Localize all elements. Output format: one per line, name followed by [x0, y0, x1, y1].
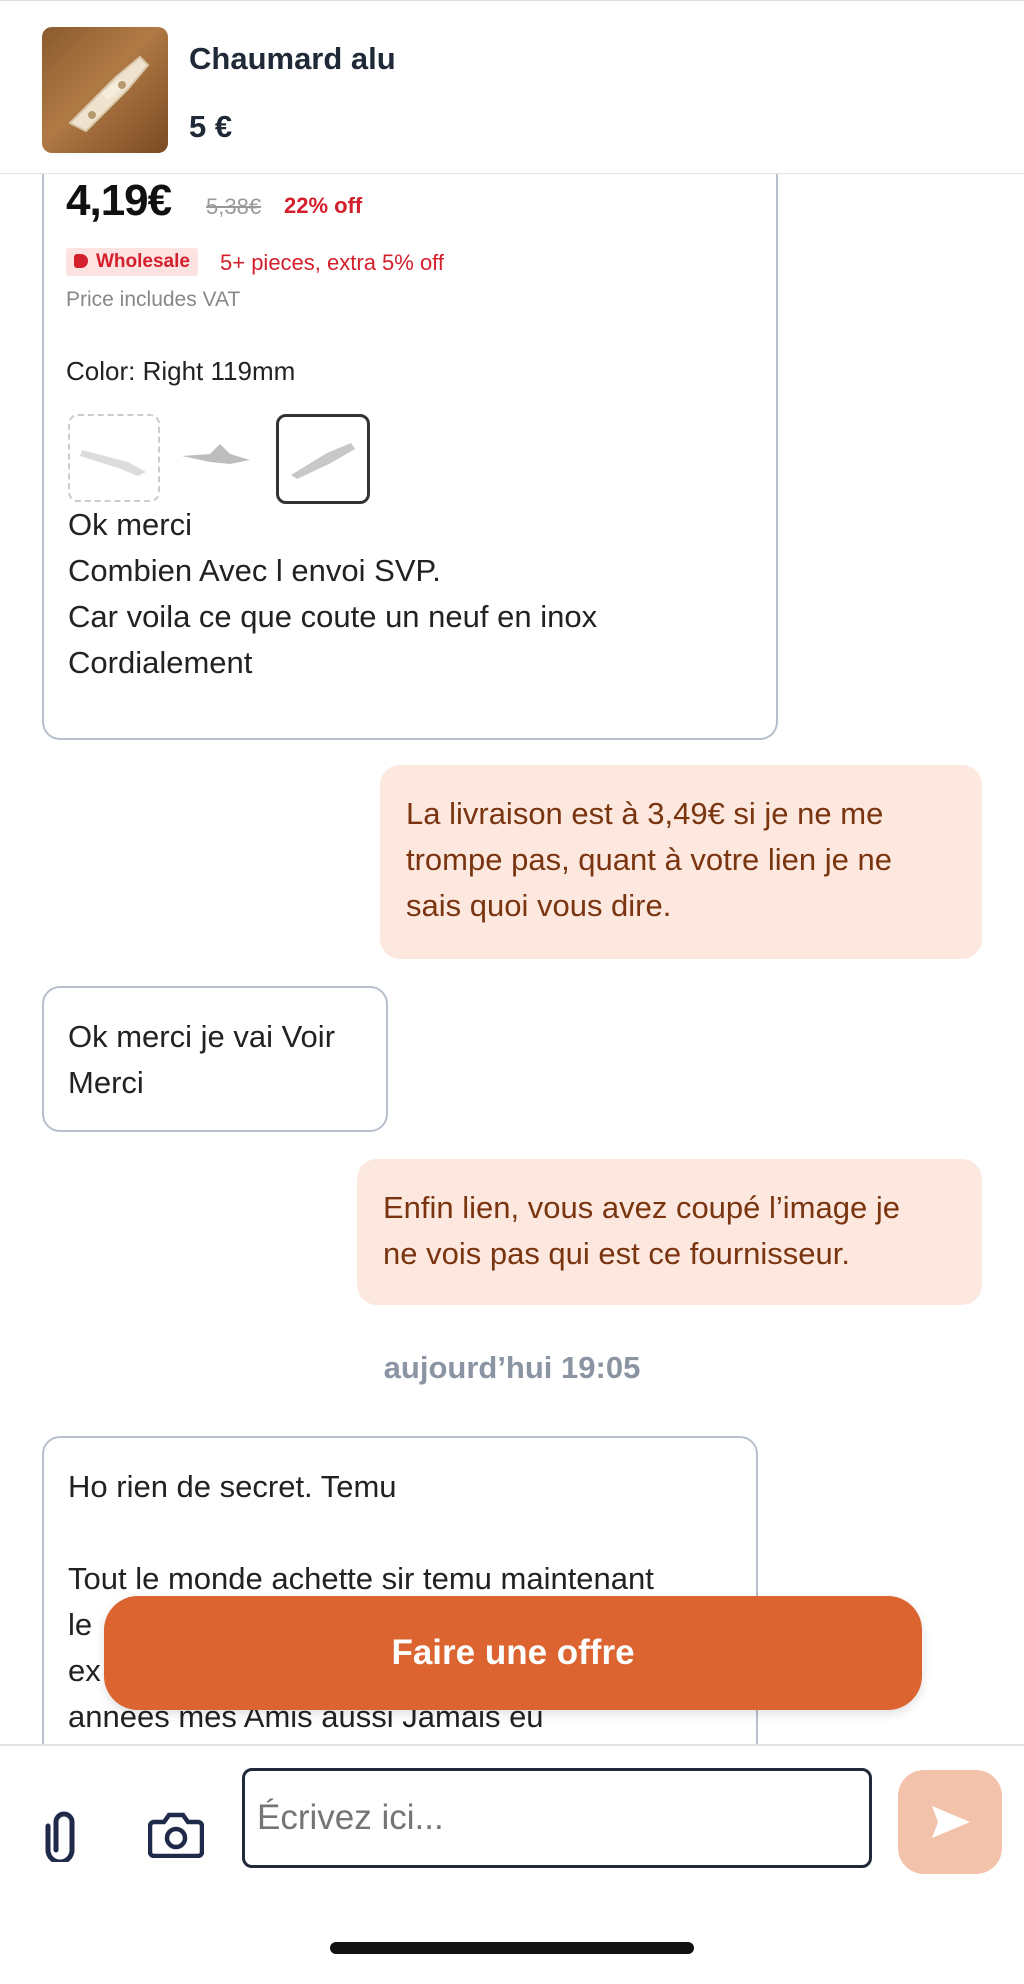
wholesale-text: 5+ pieces, extra 5% off [220, 250, 445, 275]
make-offer-button[interactable]: Faire une offre [104, 1596, 922, 1710]
color-swatch-3-selected [276, 414, 370, 504]
tag-icon [74, 254, 88, 268]
message-line: Merci [68, 1065, 144, 1100]
message-line: sais quoi vous dire. [406, 888, 672, 923]
vat-note: Price includes VAT [66, 288, 241, 311]
wholesale-badge: Wholesale [66, 248, 198, 276]
message-line: trompe pas, quant à votre lien je ne [406, 842, 892, 877]
send-button[interactable] [898, 1770, 1002, 1874]
date-separator: aujourd’hui 19:05 [383, 1350, 641, 1385]
product-thumbnail[interactable] [42, 27, 168, 153]
message-line: Ho rien de secret. Temu [68, 1469, 397, 1504]
shared-discount: 22% off [284, 193, 363, 218]
message-line: Ok merci [68, 507, 192, 542]
color-swatch-2 [172, 414, 260, 498]
wholesale-badge-label: Wholesale [96, 251, 190, 272]
shared-price: 4,19€ [66, 176, 172, 225]
message-bubble-outgoing[interactable]: Enfin lien, vous avez coupé l’image je n… [357, 1159, 982, 1305]
paperclip-icon[interactable] [44, 1806, 84, 1865]
message-image-card[interactable]: 4,19€ 5,38€ 22% off Wholesale 5+ pieces,… [42, 160, 778, 740]
message-bubble-outgoing[interactable]: La livraison est à 3,49€ si je ne me tro… [380, 765, 982, 959]
camera-icon[interactable] [147, 1810, 205, 1859]
message-bubble-incoming[interactable]: Ok merci je vai Voir Merci [42, 986, 388, 1132]
color-swatch-1 [68, 414, 160, 502]
color-label: Color: Right 119mm [66, 356, 296, 386]
message-composer [0, 1744, 1024, 1984]
send-icon [932, 1806, 970, 1838]
message-line: Enfin lien, vous avez coupé l’image je [383, 1190, 900, 1225]
message-line: Cordialement [68, 645, 253, 680]
message-line: La livraison est à 3,49€ si je ne me [406, 796, 884, 831]
conversation-header[interactable]: Chaumard alu 5 € [0, 0, 1024, 174]
message-line: Car voila ce que coute un neuf en inox [68, 599, 598, 634]
message-text: Ok merci Combien Avec l envoi SVP. Car v… [68, 502, 597, 686]
message-line: Ok merci je vai Voir [68, 1019, 336, 1054]
message-line: ne vois pas qui est ce fournisseur. [383, 1236, 850, 1271]
message-input[interactable] [242, 1768, 872, 1868]
product-title[interactable]: Chaumard alu [189, 41, 396, 77]
shared-old-price: 5,38€ [206, 194, 262, 219]
message-line: Combien Avec l envoi SVP. [68, 553, 441, 588]
home-indicator [330, 1942, 694, 1954]
product-price: 5 € [189, 109, 233, 144]
message-line [68, 1510, 732, 1556]
